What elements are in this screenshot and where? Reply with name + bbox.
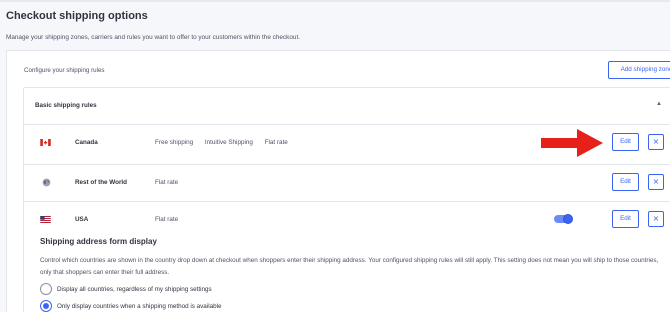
page-description: Manage your shipping zones, carriers and… xyxy=(6,34,301,41)
top-divider xyxy=(0,0,670,2)
zone-methods: Free shipping Intuitive Shipping Flat ra… xyxy=(155,139,298,146)
zone-country-name: Canada xyxy=(75,139,98,146)
method-label: Flat rate xyxy=(264,139,288,146)
globe-icon xyxy=(42,178,51,187)
add-shipping-zone-button[interactable]: Add shipping zone xyxy=(608,61,670,79)
zone-methods: Flat rate xyxy=(155,216,188,223)
rules-panel-title: Basic shipping rules xyxy=(35,102,97,109)
caret-up-icon[interactable]: ▲ xyxy=(656,101,662,107)
radio-display-available-countries[interactable] xyxy=(40,300,52,312)
radio-label-display-available: Only display countries when a shipping m… xyxy=(57,303,222,310)
edit-zone-button[interactable]: Edit xyxy=(612,133,639,151)
method-label: Intuitive Shipping xyxy=(204,139,253,146)
address-display-title: Shipping address form display xyxy=(40,237,157,246)
address-display-description: Control which countries are shown in the… xyxy=(40,257,659,276)
method-label: Flat rate xyxy=(155,179,179,186)
delete-zone-button[interactable]: × xyxy=(648,134,664,150)
delete-zone-button[interactable]: × xyxy=(648,174,664,190)
annotation-arrow-icon xyxy=(541,129,603,157)
usa-flag-icon xyxy=(40,216,51,223)
card-heading: Configure your shipping rules xyxy=(24,67,105,74)
zone-enabled-toggle[interactable] xyxy=(554,214,573,224)
toggle-knob xyxy=(563,214,573,224)
zone-row-rest-of-world: Rest of the World Flat rate Edit × xyxy=(24,164,670,200)
method-label: Flat rate xyxy=(155,216,179,223)
canada-flag-icon xyxy=(40,139,51,146)
radio-label-display-all: Display all countries, regardless of my … xyxy=(57,286,212,293)
zone-methods: Flat rate xyxy=(155,179,188,186)
zone-country-name: USA xyxy=(75,216,89,223)
delete-zone-button[interactable]: × xyxy=(648,211,664,227)
radio-display-all-countries[interactable] xyxy=(40,283,52,295)
method-label: Free shipping xyxy=(155,139,194,146)
zone-country-name: Rest of the World xyxy=(75,179,128,186)
edit-zone-button[interactable]: Edit xyxy=(612,210,639,228)
zone-row-usa: USA Flat rate Edit × xyxy=(24,201,670,237)
edit-zone-button[interactable]: Edit xyxy=(612,173,639,191)
page-title: Checkout shipping options xyxy=(6,10,148,22)
